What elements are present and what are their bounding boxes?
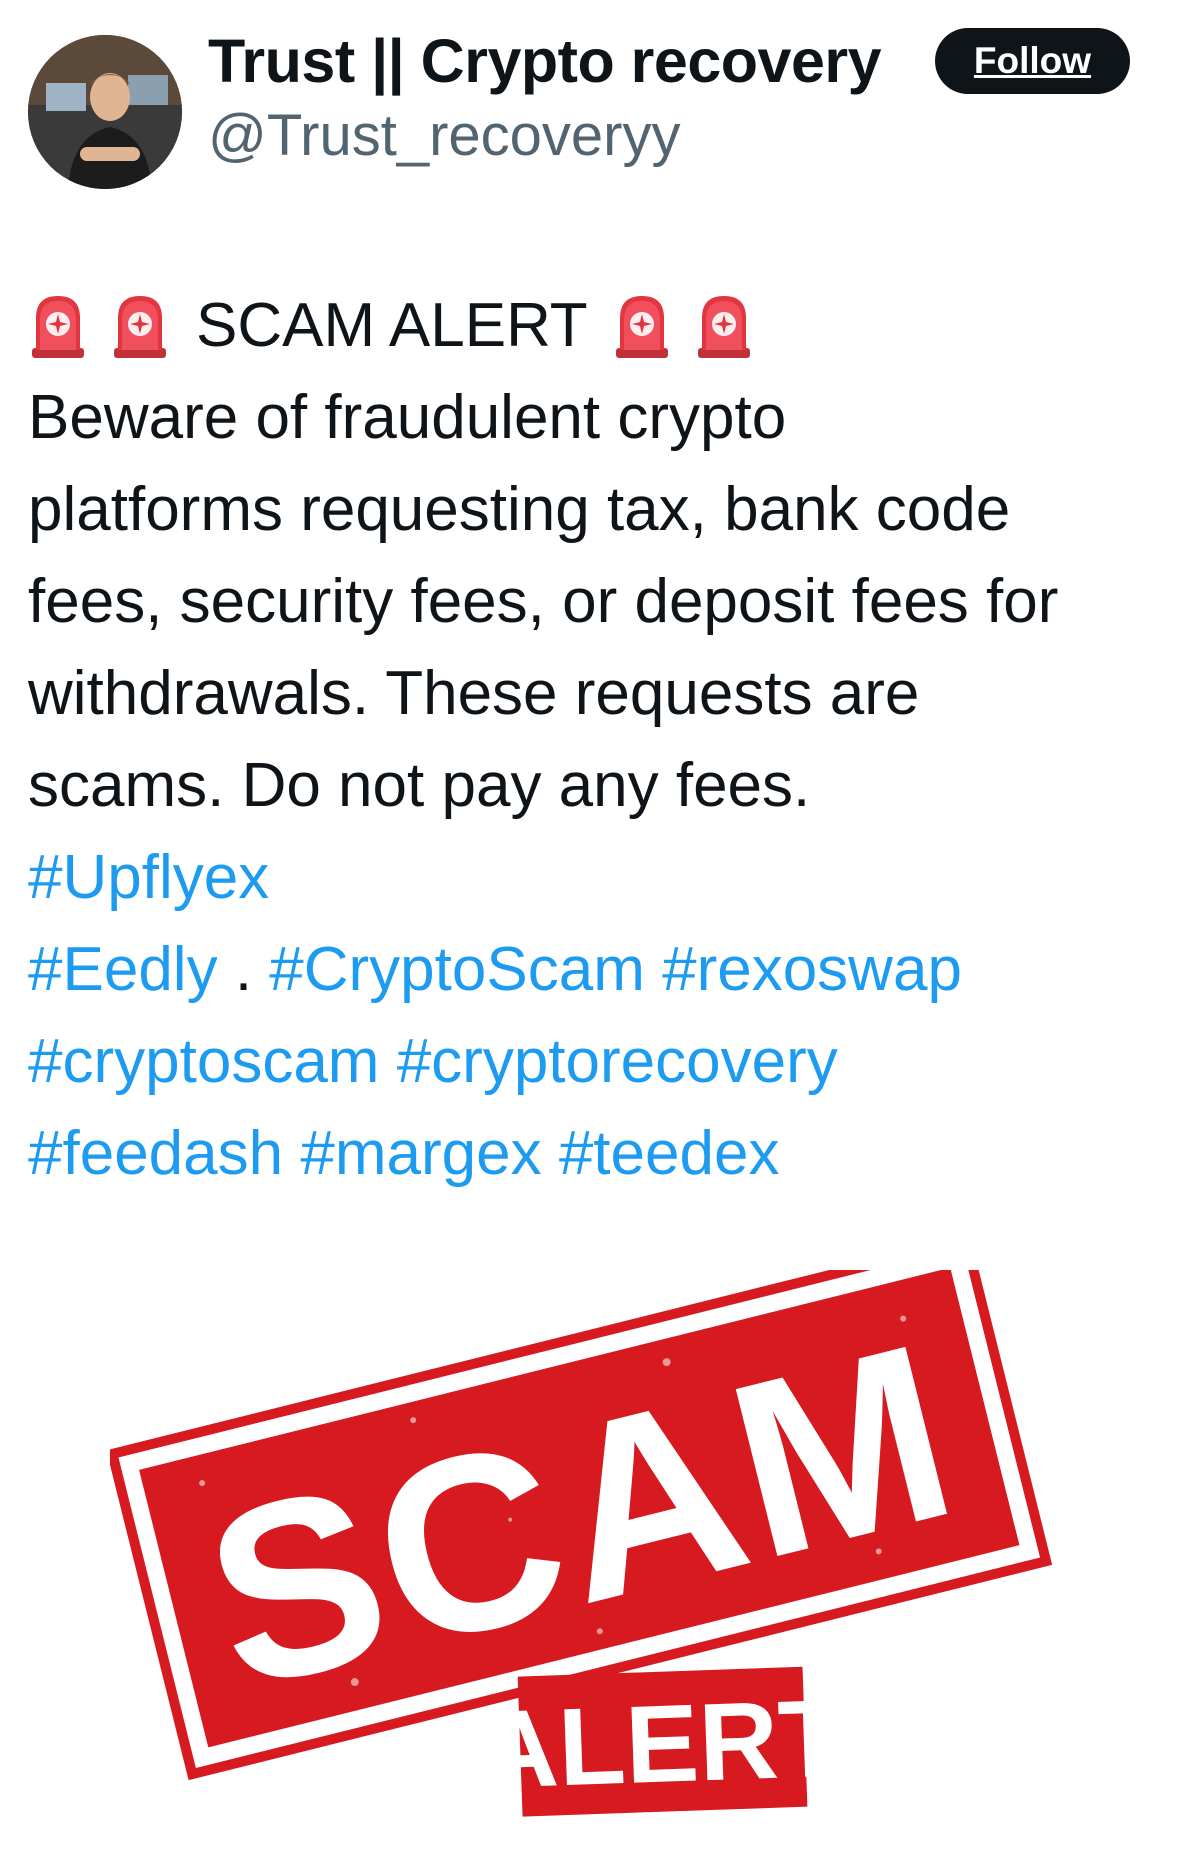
body-line: Beware of fraudulent crypto: [28, 383, 787, 452]
siren-icon: [110, 292, 170, 360]
body-line: scams. Do not pay any fees.: [28, 751, 811, 820]
hashtag-link[interactable]: #cryptoscam: [28, 1027, 379, 1096]
hashtag-link[interactable]: #feedash: [28, 1119, 283, 1188]
hashtag-row: #Eedly . #CryptoScam #rexoswap: [28, 924, 1158, 1016]
body-line: withdrawals. These requests are: [28, 659, 920, 728]
author-handle[interactable]: @Trust_recoveryy: [208, 102, 681, 169]
separator-text: .: [234, 935, 253, 1004]
hashtag-row: #Upflyex: [28, 832, 1158, 924]
author-display-name[interactable]: Trust || Crypto recovery: [208, 26, 882, 96]
siren-icon: [612, 292, 672, 360]
siren-icon: [694, 292, 754, 360]
hashtag-row: #feedash #margex #teedex: [28, 1108, 1158, 1200]
alert-title-line: SCAM ALERT: [28, 280, 1158, 372]
hashtag-list: #Upflyex #Eedly . #CryptoScam #rexoswap …: [28, 832, 1158, 1200]
alert-title: SCAM ALERT: [196, 291, 588, 360]
siren-icon: [28, 292, 88, 360]
hashtag-link[interactable]: #CryptoScam: [269, 935, 645, 1004]
post-image[interactable]: SCAM ALERT: [110, 1270, 1080, 1830]
author-avatar[interactable]: [28, 35, 182, 189]
stamp-alert-text: ALERT: [477, 1676, 848, 1812]
hashtag-link[interactable]: #Eedly: [28, 935, 218, 1004]
hashtag-link[interactable]: #rexoswap: [662, 935, 962, 1004]
body-line: platforms requesting tax, bank code: [28, 475, 1011, 544]
hashtag-link[interactable]: #cryptorecovery: [397, 1027, 838, 1096]
follow-button[interactable]: Follow: [935, 28, 1130, 94]
hashtag-link[interactable]: #teedex: [559, 1119, 780, 1188]
post-text: SCAM ALERT Beware of fraudulent crypto p…: [28, 280, 1158, 1200]
body-line: fees, security fees, or deposit fees for: [28, 567, 1059, 636]
post-header: Trust || Crypto recovery @Trust_recovery…: [0, 0, 1179, 200]
hashtag-link[interactable]: #Upflyex: [28, 843, 269, 912]
hashtag-link[interactable]: #margex: [300, 1119, 541, 1188]
hashtag-row: #cryptoscam #cryptorecovery: [28, 1016, 1158, 1108]
